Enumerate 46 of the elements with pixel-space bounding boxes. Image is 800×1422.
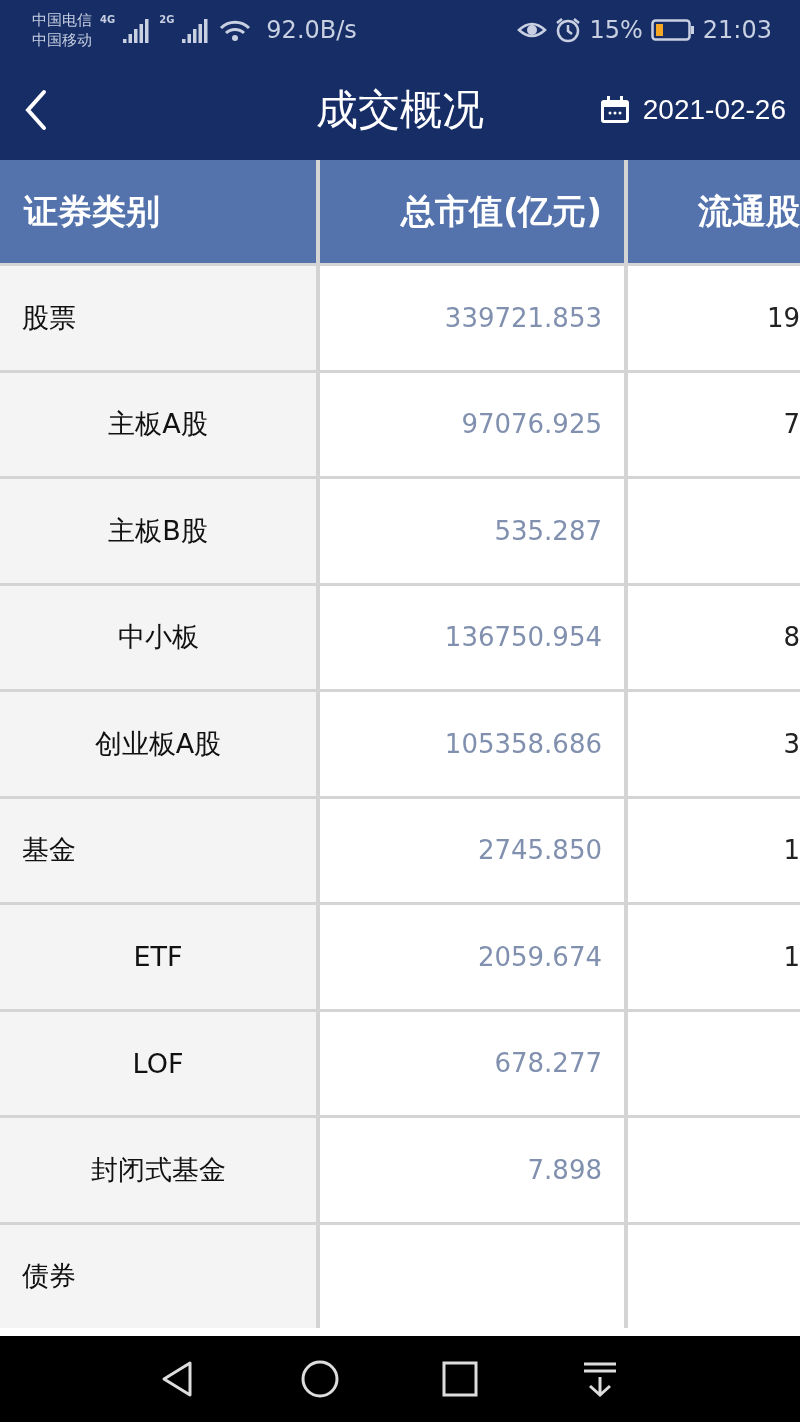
- network-type: 2G: [159, 14, 175, 25]
- alarm-clock-icon: [555, 17, 582, 43]
- column-header: 总市值(亿元): [320, 160, 624, 263]
- home-button[interactable]: [300, 1359, 340, 1399]
- table-cell: 1: [628, 798, 800, 902]
- category-name: 中小板: [117, 620, 199, 655]
- table-cell: 535.287: [320, 479, 624, 583]
- network-speed: 92.0B/s: [266, 16, 357, 44]
- category-name: ETF: [133, 941, 183, 973]
- table-cell: 2745.850: [320, 798, 624, 902]
- signal-icon: [123, 17, 152, 43]
- table-cell: 97076.925: [320, 372, 624, 476]
- battery-icon: [650, 18, 695, 42]
- table-cell: 3: [628, 692, 800, 796]
- table-cell: 8: [628, 585, 800, 689]
- category-name: 创业板A股: [94, 726, 222, 761]
- category-name: LOF: [132, 1047, 184, 1079]
- calendar-icon: [598, 95, 631, 125]
- carrier-name: 中国移动: [32, 30, 92, 50]
- date-picker[interactable]: 2021-02-26: [598, 94, 786, 126]
- page-title: 成交概况: [316, 85, 484, 134]
- column-header: 流通股: [628, 160, 800, 263]
- carrier-name: 中国电信: [32, 10, 92, 30]
- home-icon: [300, 1359, 340, 1399]
- table-cell: 19: [628, 266, 800, 370]
- recent-apps-button[interactable]: [440, 1359, 480, 1399]
- table-cell: 1: [628, 905, 800, 1009]
- table-cell: 2059.674: [320, 905, 624, 1009]
- clock-time: 21:03: [702, 16, 772, 44]
- signal-icon: [182, 17, 211, 43]
- category-name: 主板A股: [108, 407, 208, 442]
- network-type: 4G: [100, 14, 116, 25]
- table-cell: 7.898: [320, 1118, 624, 1222]
- table-cell: 105358.686: [320, 692, 624, 796]
- table-cell: 7: [628, 372, 800, 476]
- recent-apps-icon: [440, 1359, 480, 1399]
- category-name: 主板B股: [108, 513, 208, 548]
- category-name: 封闭式基金: [90, 1152, 226, 1187]
- category-name: 债券: [22, 1259, 76, 1294]
- category-name: 基金: [22, 833, 76, 868]
- table-cell: 339721.853: [320, 266, 624, 370]
- table-cell: 678.277: [320, 1011, 624, 1115]
- category-name: 股票: [22, 300, 76, 335]
- table-cell: 136750.954: [320, 585, 624, 689]
- column-header: 证券类别: [0, 160, 316, 263]
- battery-percentage: 15%: [589, 16, 643, 44]
